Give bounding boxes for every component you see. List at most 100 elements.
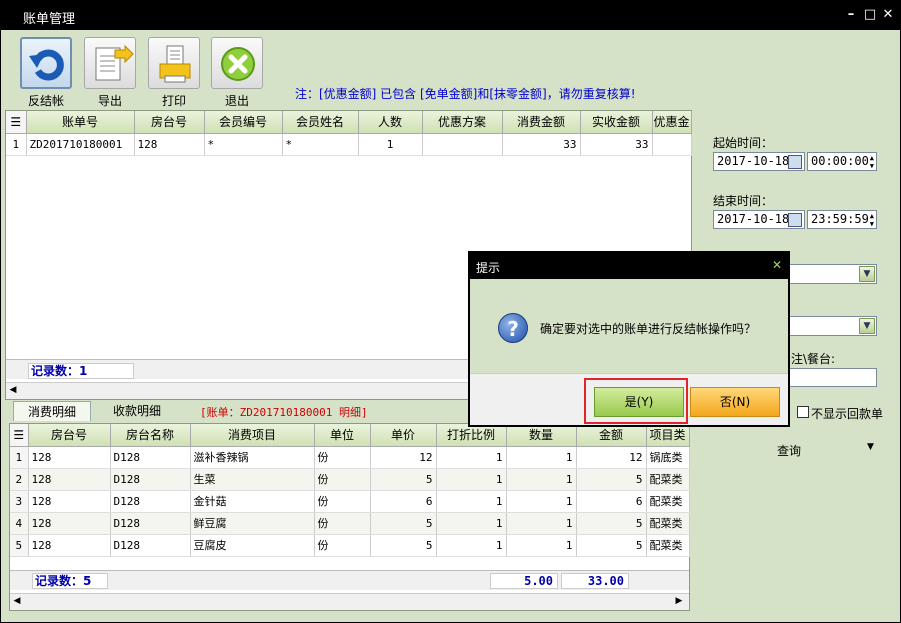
cell-room: 128 — [28, 512, 111, 535]
calendar-icon[interactable] — [788, 155, 802, 169]
dialog-message: 确定要对选中的账单进行反结帐操作吗？ — [540, 322, 757, 336]
yes-button[interactable]: 是(Y) — [594, 387, 684, 417]
print-icon — [148, 37, 200, 89]
cell-room-name: D128 — [110, 490, 191, 513]
col-header[interactable]: 优惠方案 — [422, 111, 503, 134]
sum-qty: 5.00 — [490, 573, 558, 589]
col-header[interactable]: 房台名称 — [110, 424, 191, 447]
cell-item: 滋补香辣锅 — [190, 446, 315, 469]
print-button[interactable]: 打印 — [145, 37, 203, 109]
export-button[interactable]: 导出 — [81, 37, 139, 109]
minimize-icon[interactable]: – — [843, 7, 859, 23]
start-date-value: 2017-10-18 — [717, 154, 790, 168]
row-menu-icon[interactable]: ☰ — [6, 111, 27, 134]
col-header[interactable]: 会员编号 — [204, 111, 283, 134]
scroll-right-icon[interactable]: ▶ — [672, 596, 686, 606]
table-row[interactable]: 5 128 D128 豆腐皮 份 5 1 1 5 配菜类 — [10, 534, 690, 557]
table-row[interactable]: 4 128 D128 鲜豆腐 份 5 1 1 5 配菜类 — [10, 512, 690, 535]
cell-category: 锅底类 — [646, 446, 690, 469]
scroll-left-icon[interactable]: ◀ — [10, 596, 24, 606]
bill-record-count: 记录数：1 — [28, 363, 134, 379]
close-icon[interactable]: ✕ — [772, 258, 782, 272]
table-row[interactable]: 2 128 D128 生菜 份 5 1 1 5 配菜类 — [10, 468, 690, 491]
cell-qty: 1 — [506, 446, 577, 469]
start-time-field[interactable]: 00:00:00 ▲ ▼ — [807, 152, 877, 171]
end-date-value: 2017-10-18 — [717, 212, 790, 226]
row-menu-icon[interactable]: ☰ — [10, 424, 29, 447]
col-header[interactable]: 打折比例 — [436, 424, 507, 447]
close-icon[interactable]: ✕ — [880, 7, 896, 23]
cell-item: 生菜 — [190, 468, 315, 491]
chevron-down-icon[interactable]: ▼ — [867, 442, 874, 452]
row-number: 5 — [10, 534, 29, 557]
detail-panel: ☰ 房台号 房台名称 消费项目 单位 单价 打折比例 数量 金额 项目类 1 1… — [9, 423, 690, 611]
end-time-value: 23:59:59 — [811, 212, 869, 226]
cell-amount: 5 — [576, 468, 647, 491]
col-header[interactable]: 会员姓名 — [282, 111, 359, 134]
table-row[interactable]: 1 ZD201710180001 128 * * 1 33 33 — [6, 133, 692, 156]
cell-people: 1 — [358, 133, 423, 156]
hide-refund-checkbox[interactable] — [797, 406, 809, 418]
cell-room-name: D128 — [110, 468, 191, 491]
reverse-settle-button[interactable]: 反结帐 — [17, 37, 75, 109]
col-header[interactable]: 数量 — [506, 424, 577, 447]
col-header[interactable]: 单价 — [370, 424, 437, 447]
cell-price: 6 — [370, 490, 437, 513]
calendar-icon[interactable] — [788, 213, 802, 227]
cell-price: 12 — [370, 446, 437, 469]
col-header[interactable]: 消费金额 — [502, 111, 581, 134]
cell-unit: 份 — [314, 446, 371, 469]
scroll-left-icon[interactable]: ◀ — [6, 385, 20, 395]
cell-qty: 1 — [506, 512, 577, 535]
end-date-field[interactable]: 2017-10-18 — [713, 210, 805, 229]
cell-category: 配菜类 — [646, 512, 690, 535]
exit-button[interactable]: 退出 — [208, 37, 266, 109]
cell-discount: 1 — [436, 446, 507, 469]
cell-plan — [422, 133, 503, 156]
table-row[interactable]: 1 128 D128 滋补香辣锅 份 12 1 1 12 锅底类 — [10, 446, 690, 469]
end-time-field[interactable]: 23:59:59 ▲ ▼ — [807, 210, 877, 229]
col-header[interactable]: 优惠金 — [652, 111, 692, 134]
row-number: 1 — [10, 446, 29, 469]
col-header[interactable]: 账单号 — [26, 111, 135, 134]
col-header[interactable]: 人数 — [358, 111, 423, 134]
cell-member-no: * — [204, 133, 283, 156]
query-button[interactable]: 查询 — [777, 442, 801, 459]
maximize-icon[interactable]: □ — [862, 7, 878, 23]
col-header[interactable]: 消费项目 — [190, 424, 315, 447]
chevron-down-icon[interactable]: ▼ — [859, 266, 875, 282]
dialog-button-bar: 是(Y) 否(N) — [470, 373, 788, 425]
cell-qty: 1 — [506, 468, 577, 491]
no-button[interactable]: 否(N) — [690, 387, 780, 417]
cell-category: 配菜类 — [646, 468, 690, 491]
cell-room: 128 — [28, 534, 111, 557]
spin-icon[interactable]: ▲ ▼ — [870, 154, 874, 170]
col-header[interactable]: 金额 — [576, 424, 647, 447]
table-row[interactable]: 3 128 D128 金针菇 份 6 1 1 6 配菜类 — [10, 490, 690, 513]
tab-consumption-detail[interactable]: 消费明细 — [13, 401, 92, 421]
cell-qty: 1 — [506, 490, 577, 513]
cell-category: 配菜类 — [646, 534, 690, 557]
cell-discount: 1 — [436, 468, 507, 491]
cell-price: 5 — [370, 468, 437, 491]
col-header[interactable]: 实收金额 — [580, 111, 653, 134]
detail-summary-bar: 记录数：5 5.00 33.00 — [10, 570, 689, 590]
bill-table-header: ☰ 账单号 房台号 会员编号 会员姓名 人数 优惠方案 消费金额 实收金额 优惠… — [6, 111, 692, 134]
cell-discount: 1 — [436, 534, 507, 557]
cell-room-name: D128 — [110, 512, 191, 535]
col-header[interactable]: 单位 — [314, 424, 371, 447]
cell-item: 金针菇 — [190, 490, 315, 513]
cell-room: 128 — [28, 468, 111, 491]
detail-record-count: 记录数：5 — [32, 573, 108, 589]
chevron-down-icon[interactable]: ▼ — [859, 318, 875, 334]
col-header[interactable]: 项目类 — [646, 424, 690, 447]
spin-icon[interactable]: ▲ ▼ — [870, 212, 874, 228]
cell-discount: 1 — [436, 490, 507, 513]
tab-payment-detail[interactable]: 收款明细 — [99, 401, 175, 421]
cell-discount — [652, 133, 692, 156]
col-header[interactable]: 房台号 — [134, 111, 205, 134]
detail-hscrollbar[interactable]: ◀ ▶ — [10, 593, 689, 610]
col-header[interactable]: 房台号 — [28, 424, 111, 447]
export-icon — [84, 37, 136, 89]
start-date-field[interactable]: 2017-10-18 — [713, 152, 805, 171]
